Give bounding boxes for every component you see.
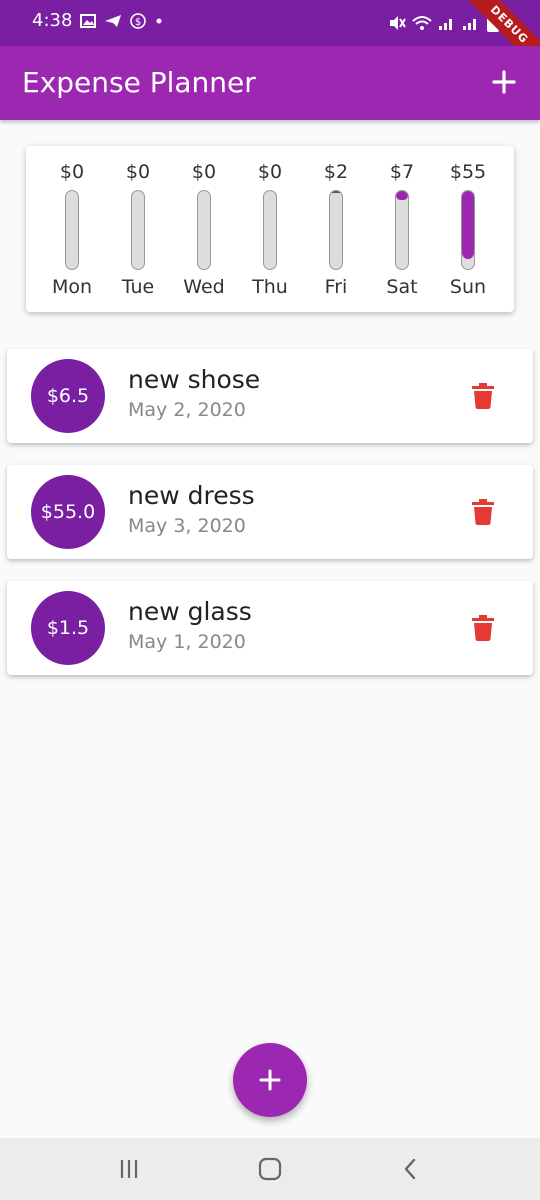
signal-icon bbox=[439, 19, 452, 30]
chart-day-label: Fri bbox=[324, 276, 348, 298]
chart-day-label: Sun bbox=[449, 276, 487, 298]
trash-icon[interactable] bbox=[471, 615, 495, 641]
chart-track bbox=[197, 190, 211, 270]
chart-track bbox=[65, 190, 79, 270]
chart-day-label: Tue bbox=[121, 276, 155, 298]
dot-icon bbox=[156, 18, 162, 24]
chart-track bbox=[395, 190, 409, 270]
image-icon bbox=[80, 14, 96, 28]
recent-apps-icon[interactable] bbox=[116, 1156, 142, 1182]
transaction-item: $1.5 new glass May 1, 2020 bbox=[7, 581, 533, 675]
chart-amount: $2 bbox=[323, 161, 349, 183]
chart-bar-mon: $0 Mon bbox=[39, 146, 105, 312]
chart-bar-thu: $0 Thu bbox=[237, 146, 303, 312]
transaction-title: new dress bbox=[128, 481, 255, 510]
chart-track bbox=[131, 190, 145, 270]
home-icon[interactable] bbox=[257, 1156, 283, 1182]
chart-day-label: Wed bbox=[183, 276, 225, 298]
transaction-item: $6.5 new shose May 2, 2020 bbox=[7, 349, 533, 443]
chart-day-label: Sat bbox=[386, 276, 418, 298]
transaction-date: May 3, 2020 bbox=[128, 515, 246, 537]
status-left-icons: $ bbox=[80, 13, 164, 29]
signal-icon-2 bbox=[463, 19, 476, 30]
trash-icon[interactable] bbox=[471, 383, 495, 409]
chart-amount: $0 bbox=[191, 161, 217, 183]
chart-fill bbox=[462, 191, 474, 259]
system-nav-bar bbox=[0, 1138, 540, 1200]
status-time: 4:38 bbox=[32, 10, 73, 31]
app-bar: Expense Planner bbox=[0, 46, 540, 120]
plus-icon bbox=[259, 1069, 281, 1091]
status-right-icons bbox=[388, 13, 500, 33]
chart-amount: $7 bbox=[389, 161, 415, 183]
dollar-circle-icon: $ bbox=[130, 13, 146, 29]
trash-icon[interactable] bbox=[471, 499, 495, 525]
transaction-amount-avatar: $55.0 bbox=[31, 475, 105, 549]
svg-text:$: $ bbox=[135, 17, 141, 28]
wifi-icon bbox=[412, 16, 432, 30]
chart-track bbox=[329, 190, 343, 270]
transaction-title: new shose bbox=[128, 365, 261, 394]
chart-bar-fri: $2 Fri bbox=[303, 146, 369, 312]
chart-fill bbox=[396, 191, 408, 200]
chart-day-label: Thu bbox=[252, 276, 288, 298]
chart-bar-sat: $7 Sat bbox=[369, 146, 435, 312]
chart-track bbox=[461, 190, 475, 270]
chart-bar-tue: $0 Tue bbox=[105, 146, 171, 312]
telegram-icon bbox=[105, 15, 121, 27]
chart-amount: $0 bbox=[59, 161, 85, 183]
transaction-item: $55.0 new dress May 3, 2020 bbox=[7, 465, 533, 559]
mute-icon bbox=[390, 16, 406, 30]
add-transaction-fab[interactable] bbox=[233, 1043, 307, 1117]
chart-track bbox=[263, 190, 277, 270]
back-icon[interactable] bbox=[398, 1156, 424, 1182]
status-bar: 4:38 $ DEBUG bbox=[0, 0, 540, 79]
transaction-amount-avatar: $6.5 bbox=[31, 359, 105, 433]
chart-amount: $55 bbox=[449, 161, 487, 183]
transaction-title: new glass bbox=[128, 597, 252, 626]
chart-amount: $0 bbox=[257, 161, 283, 183]
chart-amount: $0 bbox=[125, 161, 151, 183]
weekly-chart: $0 Mon $0 Tue $0 Wed $0 Thu $2 Fri $7 Sa… bbox=[26, 146, 514, 312]
transaction-date: May 2, 2020 bbox=[128, 399, 246, 421]
transaction-amount-avatar: $1.5 bbox=[31, 591, 105, 665]
chart-fill bbox=[330, 191, 342, 194]
plus-icon[interactable] bbox=[486, 64, 522, 100]
chart-day-label: Mon bbox=[51, 276, 93, 298]
transaction-date: May 1, 2020 bbox=[128, 631, 246, 653]
chart-bar-sun: $55 Sun bbox=[435, 146, 501, 312]
app-title: Expense Planner bbox=[22, 66, 256, 99]
chart-bar-wed: $0 Wed bbox=[171, 146, 237, 312]
